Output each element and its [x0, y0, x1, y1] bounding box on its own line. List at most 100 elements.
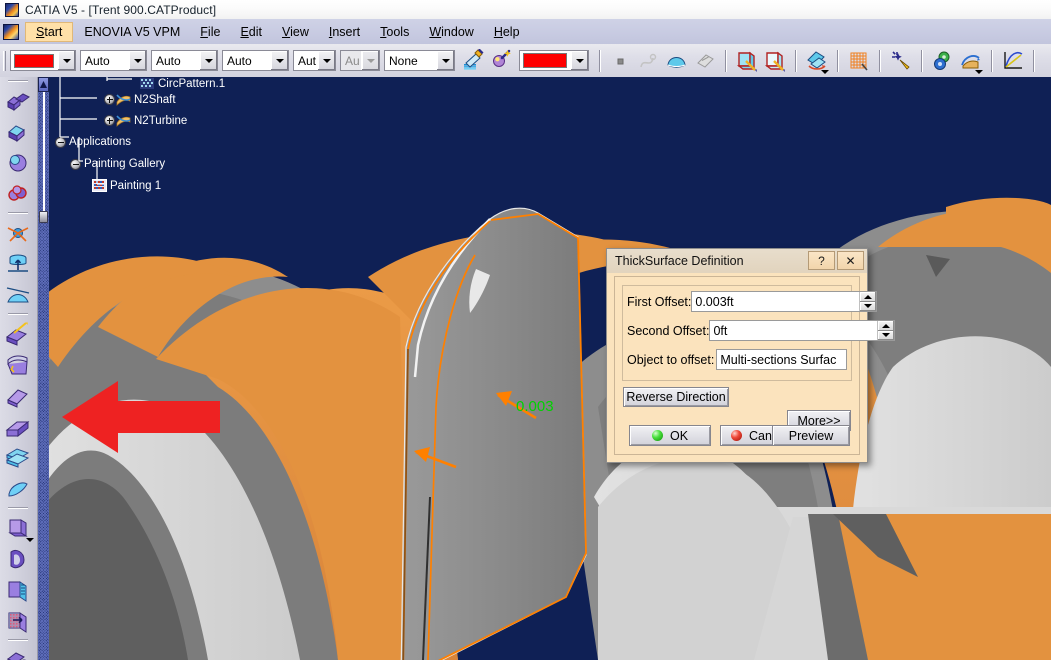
close-surface-icon-left[interactable]	[0, 543, 36, 574]
second-offset-stepper[interactable]	[877, 321, 895, 340]
collapse-minus-icon[interactable]	[70, 158, 81, 170]
close-icon[interactable]: ✕	[837, 251, 864, 270]
chevron-down-icon[interactable]	[26, 538, 34, 542]
thicksurface-definition-dialog[interactable]: ThickSurface Definition ? ✕ First Offset…	[606, 248, 896, 463]
tree-root-marker[interactable]	[38, 77, 49, 92]
tree-node-label: Painting Gallery	[84, 158, 166, 170]
toolbar-separator	[795, 49, 797, 72]
knowledge-icon[interactable]	[930, 48, 956, 74]
expand-plus-icon[interactable]	[104, 94, 115, 105]
multi-pad-icon[interactable]	[0, 442, 36, 473]
chevron-down-icon[interactable]	[821, 69, 829, 74]
tree-node-painting-gallery[interactable]: Painting Gallery	[70, 158, 165, 170]
menu-item-enovia[interactable]: ENOVIA V5 VPM	[75, 22, 189, 42]
expand-plus-icon[interactable]	[104, 115, 115, 126]
painting-icon	[92, 179, 107, 192]
chevron-down-icon[interactable]	[975, 69, 983, 74]
point-symbol-combo[interactable]: Auto	[222, 50, 289, 71]
chevron-down-icon[interactable]	[570, 51, 588, 70]
chevron-down-icon[interactable]	[361, 51, 379, 70]
pad-icon[interactable]	[0, 380, 36, 411]
stepper-up-icon[interactable]	[860, 292, 877, 302]
tree-node-n2turbine[interactable]: N2Turbine	[104, 114, 187, 127]
second-offset-input[interactable]	[710, 321, 878, 340]
tree-node-circpattern[interactable]: CircPattern.1	[140, 77, 225, 90]
dialog-title-bar[interactable]: ThickSurface Definition ? ✕	[607, 249, 867, 273]
part-icon	[116, 93, 131, 106]
menu-item-start[interactable]: Start	[25, 21, 74, 42]
first-offset-input[interactable]	[692, 292, 860, 311]
3d-viewport[interactable]: 0.003 CircPattern.1 N2Shaft N2Turbine Ap…	[38, 77, 1051, 660]
scrollbar-thumb[interactable]	[39, 211, 48, 223]
spline-icon[interactable]	[636, 48, 662, 74]
preview-button[interactable]: Preview	[772, 425, 850, 446]
grid-icon[interactable]	[846, 48, 872, 74]
first-offset-spinbox[interactable]	[691, 291, 878, 312]
shell-icon[interactable]	[0, 147, 36, 178]
close-surface-icon[interactable]	[762, 48, 788, 74]
sew-surface-icon-left[interactable]	[0, 574, 36, 605]
ok-button[interactable]: OK	[629, 425, 711, 446]
color-combo[interactable]	[10, 50, 76, 71]
line-type-combo[interactable]: Auto	[151, 50, 218, 71]
pocket-icon[interactable]	[0, 411, 36, 442]
menu-item-window[interactable]: Window	[420, 22, 482, 42]
sweep-icon[interactable]	[0, 318, 36, 349]
menu-item-edit[interactable]: Edit	[231, 22, 271, 42]
stepper-down-icon[interactable]	[860, 301, 877, 311]
offset-surface-icon[interactable]	[0, 473, 36, 504]
split-icon[interactable]	[0, 605, 36, 636]
object-to-offset-input[interactable]	[717, 352, 846, 367]
chevron-down-icon[interactable]	[317, 51, 335, 70]
point-icon[interactable]	[608, 48, 634, 74]
chevron-down-icon[interactable]	[128, 51, 146, 70]
axis-system-icon[interactable]	[0, 217, 36, 248]
magic-wand-icon[interactable]	[488, 48, 514, 74]
line-weight-combo[interactable]: Auto	[80, 50, 147, 71]
thick-surface-icon[interactable]	[734, 48, 760, 74]
object-to-offset-field[interactable]	[716, 349, 847, 370]
chevron-down-icon[interactable]	[57, 51, 75, 70]
second-offset-spinbox[interactable]	[709, 320, 896, 341]
stepper-up-icon[interactable]	[878, 321, 895, 331]
menu-item-tools[interactable]: Tools	[371, 22, 418, 42]
collapse-minus-icon[interactable]	[55, 136, 66, 148]
chevron-down-icon[interactable]	[199, 51, 217, 70]
toolbar-grip[interactable]	[3, 50, 6, 71]
thick-surface-icon-left[interactable]	[0, 512, 36, 543]
solid-combine-icon[interactable]	[0, 644, 36, 660]
painter-icon[interactable]	[460, 48, 486, 74]
menu-item-help[interactable]: Help	[485, 22, 529, 42]
analysis-icon[interactable]	[888, 48, 914, 74]
first-offset-stepper[interactable]	[859, 292, 877, 311]
tree-node-n2shaft[interactable]: N2Shaft	[104, 93, 176, 106]
line-type-value: Auto	[152, 51, 199, 70]
menu-item-view[interactable]: View	[273, 22, 318, 42]
tree-node-applications[interactable]: Applications	[55, 136, 131, 148]
window-title: CATIA V5 - [Trent 900.CATProduct]	[25, 2, 217, 17]
reverse-direction-button[interactable]: Reverse Direction	[623, 387, 729, 407]
help-icon[interactable]: ?	[808, 251, 835, 270]
menu-item-insert[interactable]: Insert	[320, 22, 369, 42]
fill-icon[interactable]	[0, 349, 36, 380]
thickness-icon[interactable]	[0, 178, 36, 209]
measure-icon[interactable]	[958, 48, 984, 74]
chevron-down-icon[interactable]	[270, 51, 288, 70]
graph-icon[interactable]	[1000, 48, 1026, 74]
chevron-down-icon[interactable]	[436, 51, 454, 70]
offset-surface-icon[interactable]	[692, 48, 718, 74]
tree-node-painting-1[interactable]: Painting 1	[92, 179, 161, 192]
toolbar-separator	[725, 49, 727, 72]
layer-combo[interactable]: Aut	[293, 50, 336, 71]
graphic-properties-color-combo[interactable]	[519, 50, 589, 71]
sew-surface-icon[interactable]	[804, 48, 830, 74]
revolve-icon[interactable]	[0, 279, 36, 310]
removed-multi-sections-solid-icon[interactable]	[0, 116, 36, 147]
menu-item-file[interactable]: File	[191, 22, 229, 42]
transparency-combo[interactable]: None	[384, 50, 455, 71]
extrude-icon[interactable]	[0, 248, 36, 279]
stepper-down-icon[interactable]	[878, 330, 895, 340]
render-style-combo[interactable]: Au	[340, 50, 380, 71]
multi-sections-solid-icon[interactable]	[0, 85, 36, 116]
fill-surface-icon[interactable]	[664, 48, 690, 74]
